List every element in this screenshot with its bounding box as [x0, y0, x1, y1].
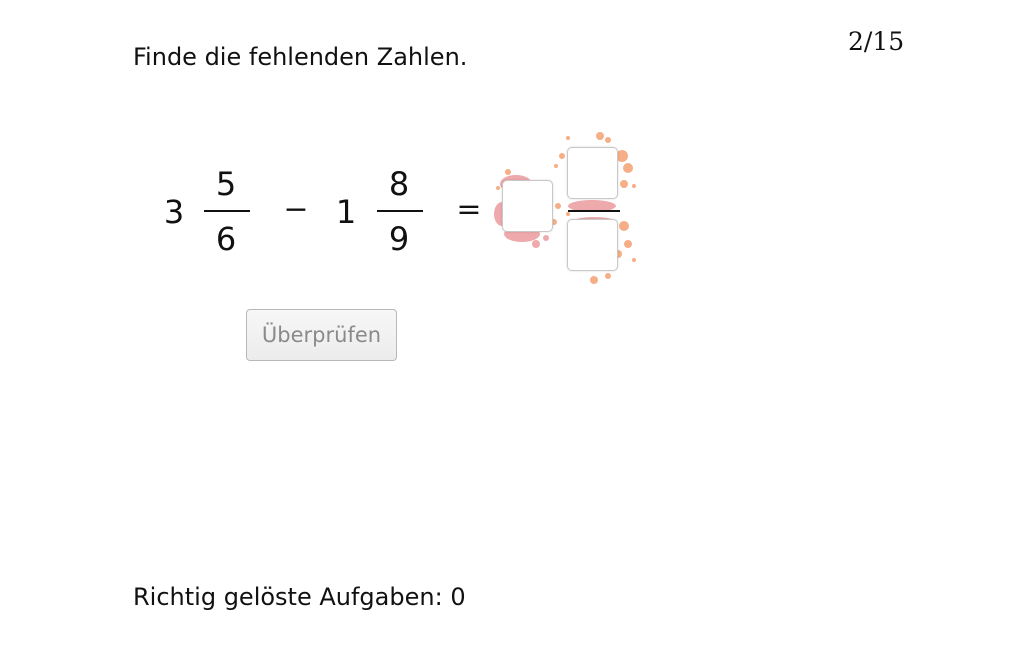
term1-fraction-bar	[204, 210, 250, 212]
term2-numerator: 8	[388, 165, 410, 203]
minus-operator: −	[283, 192, 309, 227]
answer-fraction-bar	[568, 210, 620, 212]
answer-whole-input[interactable]	[502, 180, 553, 232]
term1-denominator: 6	[215, 220, 237, 258]
answer-denominator-input[interactable]	[567, 219, 618, 271]
equals-sign: =	[456, 192, 482, 227]
score-text: Richtig gelöste Aufgaben: 0	[133, 580, 466, 614]
term2-whole: 1	[335, 193, 357, 231]
task-instruction: Finde die fehlenden Zahlen.	[133, 43, 468, 71]
progress-counter: 2/15	[848, 27, 905, 56]
check-button[interactable]: Überprüfen	[246, 309, 397, 361]
answer-numerator-input[interactable]	[567, 147, 618, 199]
term1-whole: 3	[163, 193, 185, 231]
score-value: 0	[450, 583, 466, 611]
term2-fraction-bar	[377, 210, 423, 212]
term2-denominator: 9	[388, 220, 410, 258]
score-label: Richtig gelöste Aufgaben:	[133, 583, 443, 611]
term1-numerator: 5	[215, 165, 237, 203]
